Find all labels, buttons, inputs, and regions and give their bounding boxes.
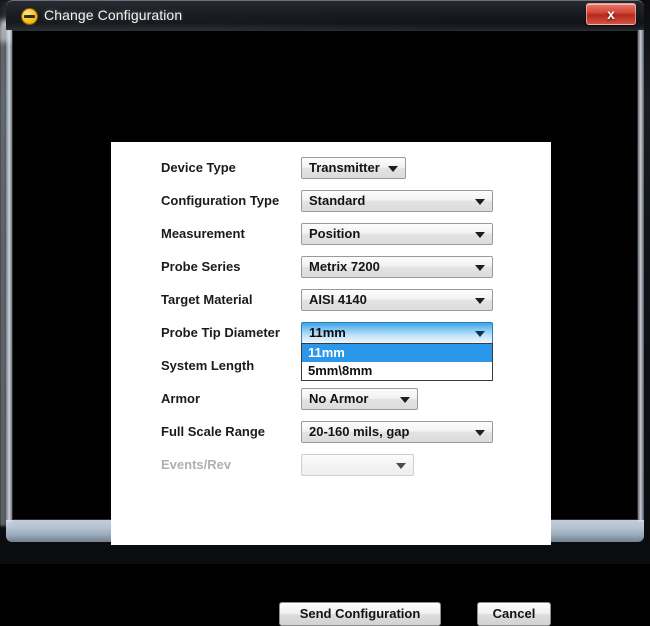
dropdown-option[interactable]: 5mm\8mm bbox=[302, 362, 492, 380]
combobox-value: No Armor bbox=[309, 391, 369, 406]
chevron-down-icon bbox=[475, 298, 485, 304]
form-row: Device Type Transmitter bbox=[111, 157, 551, 181]
combobox-value: 20-160 mils, gap bbox=[309, 424, 410, 439]
form-row: Armor No Armor bbox=[111, 388, 551, 412]
form-row: Probe Series Metrix 7200 bbox=[111, 256, 551, 280]
chevron-down-icon bbox=[475, 265, 485, 271]
combobox[interactable]: Position bbox=[301, 223, 493, 245]
window-titlebar[interactable]: Change Configuration x bbox=[6, 0, 644, 30]
combobox[interactable]: Metrix 7200 bbox=[301, 256, 493, 278]
chevron-down-icon bbox=[475, 232, 485, 238]
window-title: Change Configuration bbox=[44, 7, 183, 23]
combobox[interactable]: 11mm bbox=[301, 322, 493, 344]
chevron-down-icon bbox=[396, 463, 406, 469]
chevron-down-icon bbox=[475, 199, 485, 205]
close-icon: x bbox=[607, 6, 615, 22]
combobox-value: Transmitter bbox=[309, 160, 380, 175]
app-icon bbox=[22, 9, 37, 24]
close-button[interactable]: x bbox=[586, 3, 636, 25]
cancel-button[interactable]: Cancel bbox=[477, 602, 551, 626]
chevron-down-icon bbox=[388, 166, 398, 172]
chevron-down-icon bbox=[475, 331, 485, 337]
send-configuration-label: Send Configuration bbox=[299, 606, 421, 621]
dropdown-option[interactable]: 11mm bbox=[302, 344, 492, 362]
combobox[interactable]: Standard bbox=[301, 190, 493, 212]
combobox[interactable]: Transmitter bbox=[301, 157, 406, 179]
chevron-down-icon bbox=[400, 397, 410, 403]
combobox[interactable]: No Armor bbox=[301, 388, 418, 410]
combobox[interactable]: AISI 4140 bbox=[301, 289, 493, 311]
form-row: Configuration Type Standard bbox=[111, 190, 551, 214]
combobox-value: Standard bbox=[309, 193, 366, 208]
form-row: Full Scale Range 20-160 mils, gap bbox=[111, 421, 551, 445]
cancel-label: Cancel bbox=[492, 606, 536, 621]
window-client-area: Device Type Transmitter Configuration Type… bbox=[12, 30, 638, 626]
form-row: Probe Tip Diameter 11mm 11mm 5mm\8mm bbox=[111, 322, 551, 381]
form-row: Events/Rev bbox=[111, 454, 551, 478]
window-frame-right bbox=[637, 28, 644, 522]
change-configuration-window: Change Configuration x Device Type Transm… bbox=[6, 0, 644, 626]
combobox-value: Position bbox=[309, 226, 361, 241]
form-row: Measurement Position bbox=[111, 223, 551, 247]
combobox-value: 11mm bbox=[309, 325, 346, 340]
combobox[interactable]: 20-160 mils, gap bbox=[301, 421, 493, 443]
combobox bbox=[301, 454, 414, 476]
combobox-value: Metrix 7200 bbox=[309, 259, 380, 274]
dropdown-list: 11mm 5mm\8mm bbox=[301, 343, 493, 381]
form-row: Target Material AISI 4140 bbox=[111, 289, 551, 313]
chevron-down-icon bbox=[475, 430, 485, 436]
combobox-value: AISI 4140 bbox=[309, 292, 367, 307]
send-configuration-button[interactable]: Send Configuration bbox=[279, 602, 441, 626]
configuration-panel: Device Type Transmitter Configuration Type… bbox=[111, 142, 551, 626]
